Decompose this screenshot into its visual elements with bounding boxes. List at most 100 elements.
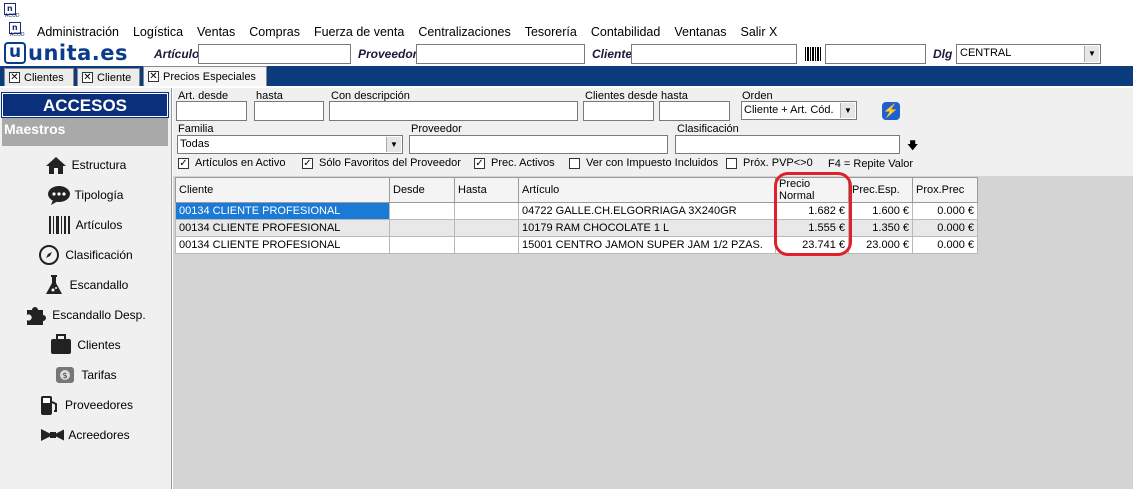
maestros-section[interactable]: Maestros [2,118,168,146]
app-child-icon[interactable]: n ACOD [9,22,24,38]
menu-contabilidad[interactable]: Contabilidad [584,22,668,42]
col-articulo[interactable]: Artículo [518,177,776,203]
sidebar-item-articulos[interactable]: Artículos [0,210,170,240]
cell-desde[interactable] [389,219,455,237]
dlg-select[interactable]: CENTRAL ▼ [956,44,1101,64]
cell-hasta[interactable] [454,202,519,220]
barcode-input[interactable] [825,44,926,64]
cliente-input[interactable] [631,44,797,64]
sidebar-item-label: Artículos [75,218,123,232]
cell-articulo[interactable]: 15001 CENTRO JAMON SUPER JAM 1/2 PZAS. [518,236,776,254]
clientes-desde-input[interactable] [583,101,654,121]
art-desde-input[interactable] [176,101,247,121]
checkbox-unchecked[interactable] [569,157,580,169]
tab-cliente[interactable]: ✕ Cliente [77,68,140,86]
menu-salir[interactable]: Salir X [733,22,784,42]
table-row[interactable]: 00134 CLIENTE PROFESIONAL 04722 GALLE.CH… [175,202,978,220]
menu-bar: Administración Logística Ventas Compras … [30,22,784,42]
menu-compras[interactable]: Compras [242,22,307,42]
cell-articulo[interactable]: 10179 RAM CHOCOLATE 1 L [518,219,776,237]
cell-desde[interactable] [389,236,455,254]
check-solo-favoritos[interactable]: ✓ Sólo Favoritos del Proveedor [302,157,461,169]
col-prox-prec[interactable]: Prox.Prec [912,177,978,203]
sidebar-item-escandallo-desp[interactable]: Escandallo Desp. [0,300,170,330]
sidebar-item-clasificacion[interactable]: Clasificación [0,240,170,270]
check-prox-pvp[interactable]: Próx. PVP<>0 [726,157,813,169]
cell-cliente[interactable]: 00134 CLIENTE PROFESIONAL [175,219,390,237]
menu-ventanas[interactable]: Ventanas [667,22,733,42]
lightning-icon[interactable]: ⚡ [882,102,900,120]
menu-logistica[interactable]: Logística [126,22,190,42]
cell-cliente[interactable]: 00134 CLIENTE PROFESIONAL [175,236,390,254]
checkbox-unchecked[interactable] [726,157,737,169]
check-prec-activos[interactable]: ✓ Prec. Activos [474,157,555,169]
cell-prec-esp[interactable]: 23.000 € [848,236,913,254]
tab-clientes[interactable]: ✕ Clientes [4,68,74,86]
table-row[interactable]: 00134 CLIENTE PROFESIONAL 15001 CENTRO J… [175,236,978,254]
checkbox-checked[interactable]: ✓ [302,157,313,169]
familia-select[interactable]: Todas ▼ [177,135,403,154]
sidebar-item-escandallo[interactable]: Escandallo [0,270,170,300]
arrow-down-icon[interactable]: 🡇 [907,137,918,156]
cell-desde[interactable] [389,202,455,220]
cell-prox-prec[interactable]: 0.000 € [912,219,978,237]
proveedor-input[interactable] [416,44,585,64]
price-tag-icon: $ [53,364,77,386]
sidebar-item-tarifas[interactable]: $ Tarifas [0,360,170,390]
chevron-down-icon[interactable]: ▼ [386,137,401,152]
table-row[interactable]: 00134 CLIENTE PROFESIONAL 10179 RAM CHOC… [175,219,978,237]
sidebar-item-label: Clientes [77,338,121,352]
clasificacion-input[interactable] [675,135,900,154]
sidebar-item-estructura[interactable]: Estructura [0,150,170,180]
sidebar-item-label: Acreedores [68,428,130,442]
cell-prec-esp[interactable]: 1.350 € [848,219,913,237]
close-icon[interactable]: ✕ [9,72,20,83]
sidebar-item-acreedores[interactable]: Acreedores [0,420,170,450]
cell-cliente[interactable]: 00134 CLIENTE PROFESIONAL [175,202,390,220]
close-icon[interactable]: ✕ [82,72,93,83]
menu-centralizaciones[interactable]: Centralizaciones [411,22,517,42]
col-desde[interactable]: Desde [389,177,455,203]
orden-select[interactable]: Cliente + Art. Cód. ▼ [741,101,857,120]
col-prec-esp[interactable]: Prec.Esp. [848,177,913,203]
grid-header-row: Cliente Desde Hasta Artículo Precio Norm… [175,177,978,203]
app-system-icon[interactable]: n ACOD [4,3,19,19]
tab-precios-especiales[interactable]: ✕ Precios Especiales [143,66,267,86]
close-icon[interactable]: ✕ [148,71,159,82]
checkbox-checked[interactable]: ✓ [474,157,485,169]
house-icon [44,154,68,176]
cell-articulo[interactable]: 04722 GALLE.CH.ELGORRIAGA 3X240GR [518,202,776,220]
check-articulos-activo[interactable]: ✓ Artículos en Activo [178,157,286,169]
cell-hasta[interactable] [454,236,519,254]
accesos-rapidos-title: ACCESOS RAPIDOS [1,92,169,139]
art-hasta-input[interactable] [254,101,324,121]
col-hasta[interactable]: Hasta [454,177,519,203]
menu-administracion[interactable]: Administración [30,22,126,42]
cell-prox-prec[interactable]: 0.000 € [912,236,978,254]
con-descripcion-input[interactable] [329,101,578,121]
menu-ventas[interactable]: Ventas [190,22,242,42]
menu-fuerza-de-venta[interactable]: Fuerza de venta [307,22,411,42]
cell-hasta[interactable] [454,219,519,237]
sidebar-item-proveedores[interactable]: Proveedores [0,390,170,420]
logo-text: unita.es [28,41,129,65]
proveedor-filter-label: Proveedor [411,123,462,135]
articulo-input[interactable] [198,44,351,64]
sidebar-item-clientes[interactable]: Clientes [0,330,170,360]
precios-grid: Cliente Desde Hasta Artículo Precio Norm… [175,177,978,254]
chevron-down-icon[interactable]: ▼ [1084,46,1099,62]
barcode-icon[interactable] [804,46,822,62]
menu-tesoreria[interactable]: Tesorería [518,22,584,42]
svg-text:$: $ [63,371,68,380]
barcode-icon [48,214,72,236]
clientes-hasta-input[interactable] [659,101,730,121]
proveedor-filter-input[interactable] [409,135,668,154]
chevron-down-icon[interactable]: ▼ [840,103,855,118]
cell-prox-prec[interactable]: 0.000 € [912,202,978,220]
checkbox-checked[interactable]: ✓ [178,157,189,169]
sidebar-item-label: Escandallo [69,278,129,292]
sidebar-item-tipologia[interactable]: Tipología [0,180,170,210]
col-cliente[interactable]: Cliente [175,177,390,203]
cell-prec-esp[interactable]: 1.600 € [848,202,913,220]
check-ver-impuesto[interactable]: Ver con Impuesto Incluidos [569,157,718,169]
